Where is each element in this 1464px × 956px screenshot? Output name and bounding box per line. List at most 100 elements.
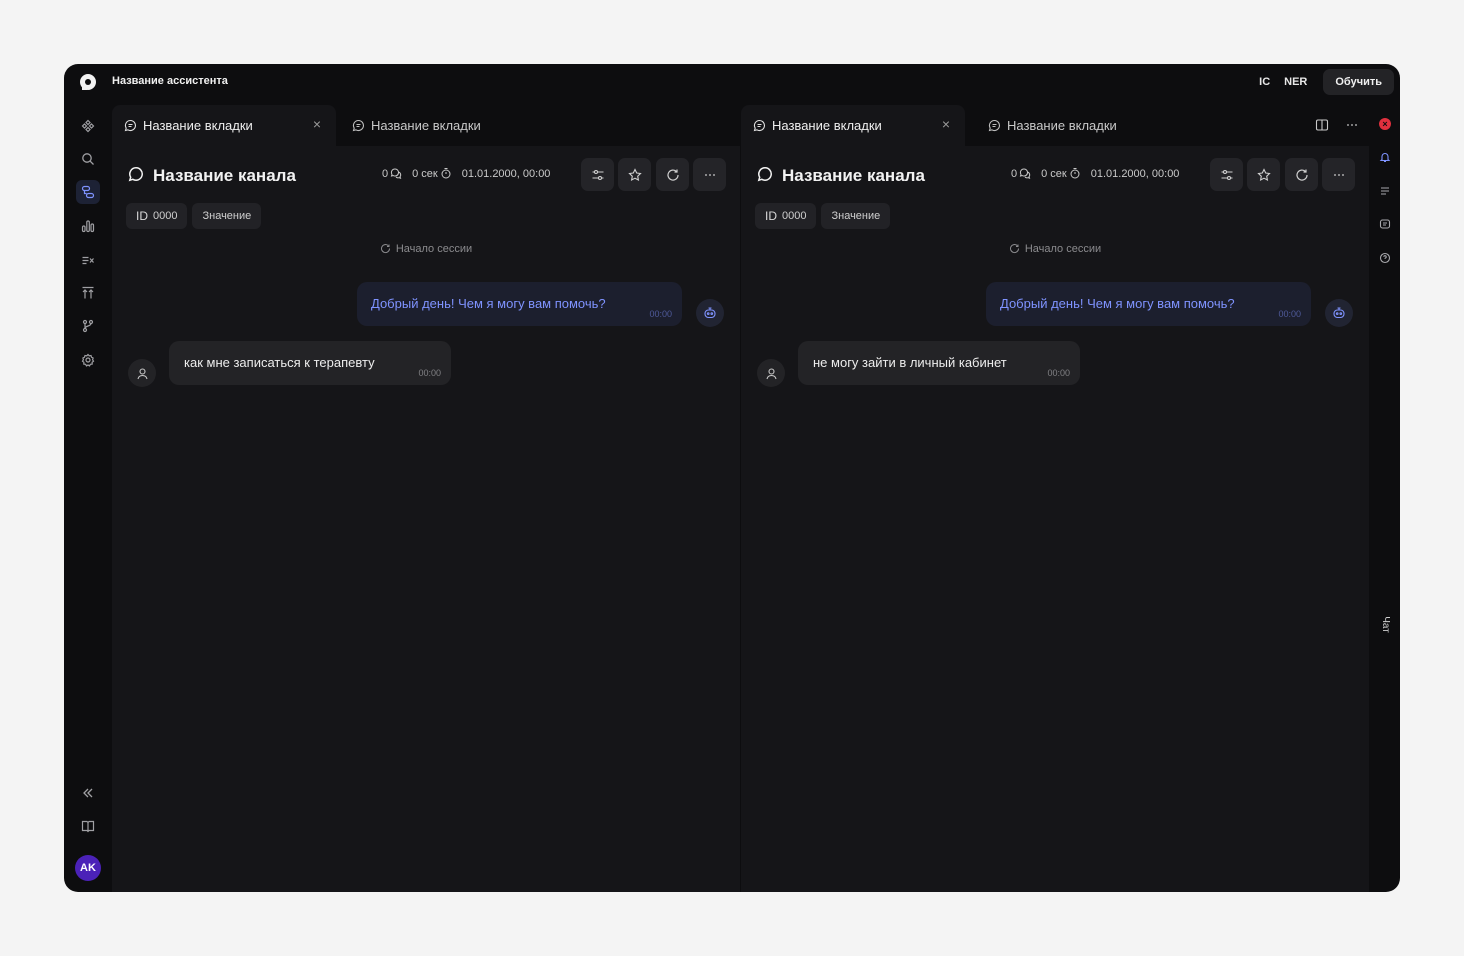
chat-panel-right: Название вкладки × Название вкладки Назв… — [741, 105, 1369, 892]
message-time: 00:00 — [1278, 309, 1301, 319]
duration: 0 сек — [412, 167, 452, 180]
train-button[interactable]: Обучить — [1323, 69, 1394, 95]
logo-icon[interactable] — [80, 74, 96, 90]
notification-icon[interactable] — [1378, 150, 1392, 164]
tab-label: Название вкладки — [143, 118, 253, 133]
chat-rail-label: Чат — [1379, 615, 1391, 633]
tab-chat-icon — [124, 119, 136, 132]
duration: 0 сек — [1041, 167, 1081, 180]
id-chip: ID 0000 — [126, 203, 188, 229]
settings-icon[interactable] — [76, 348, 100, 372]
bot-message-text: Добрый день! Чем я могу вам помочь? — [1000, 296, 1235, 311]
filter-icon — [1221, 169, 1232, 180]
tab-label: Название вкладки — [1007, 118, 1117, 133]
channel-header: Название канала 0 0 сек 01.01.2000, 00:0… — [112, 158, 740, 192]
bot-avatar — [696, 299, 724, 327]
book-icon[interactable] — [76, 814, 100, 838]
tab-tools — [1315, 118, 1359, 132]
message-time: 00:00 — [418, 368, 441, 378]
chat-content: Название канала 0 0 сек 01.01.2000, 00:0… — [112, 146, 740, 892]
tab-inactive[interactable]: Название вкладки — [340, 105, 540, 146]
history-icon — [380, 244, 390, 254]
tab-close-icon[interactable]: × — [939, 117, 953, 131]
tab-bar: Название вкладки × Название вкладки — [741, 105, 1369, 146]
channel-icon — [128, 167, 143, 182]
more-button[interactable] — [693, 158, 726, 191]
messages-icon — [390, 168, 402, 179]
user-message: не могу зайти в личный кабинет 00:00 — [798, 341, 1080, 385]
dialogs-icon[interactable] — [76, 180, 100, 204]
datetime: 01.01.2000, 00:00 — [1090, 167, 1180, 180]
app-window: Название ассистента IC NER Обучить AK На… — [64, 64, 1400, 892]
tab-active[interactable]: Название вкладки × — [112, 105, 336, 146]
robot-icon — [704, 307, 716, 319]
bot-message-text: Добрый день! Чем я могу вам помочь? — [371, 296, 606, 311]
top-bar: Название ассистента IC NER Обучить — [64, 64, 1400, 100]
split-view-icon[interactable] — [1315, 118, 1329, 132]
branch-icon[interactable] — [76, 314, 100, 338]
chat-panel-left: Название вкладки × Название вкладки Назв… — [112, 105, 740, 892]
tab-close-icon[interactable]: × — [310, 117, 324, 131]
analytics-icon[interactable] — [76, 214, 100, 238]
more-icon[interactable] — [1345, 118, 1359, 132]
bot-message: Добрый день! Чем я могу вам помочь? 00:0… — [986, 282, 1311, 326]
bot-avatar — [1325, 299, 1353, 327]
user-avatar-small — [128, 359, 156, 387]
message-time: 00:00 — [649, 309, 672, 319]
favorite-button[interactable] — [618, 158, 651, 191]
sort-icon[interactable] — [76, 248, 100, 272]
channel-title: Название канала — [782, 166, 925, 185]
user-avatar-small — [757, 359, 785, 387]
user-icon — [765, 367, 777, 379]
collapse-icon[interactable] — [76, 781, 100, 805]
tab-active[interactable]: Название вкладки × — [741, 105, 965, 146]
chat-icon[interactable] — [1378, 217, 1392, 231]
more-icon — [1333, 173, 1344, 176]
top-actions: IC NER Обучить — [1257, 69, 1394, 95]
user-avatar[interactable]: AK — [75, 855, 101, 881]
upload-icon[interactable] — [76, 281, 100, 305]
ic-link[interactable]: IC — [1257, 76, 1272, 88]
search-icon[interactable] — [76, 147, 100, 171]
right-rail: × Чат — [1370, 100, 1400, 892]
ner-link[interactable]: NER — [1282, 76, 1309, 88]
messages-icon — [1019, 168, 1031, 179]
timer-icon — [441, 168, 451, 179]
tab-chat-icon — [988, 119, 1000, 132]
value-chip: Значение — [821, 203, 891, 229]
message-count: 0 — [1011, 167, 1031, 180]
favorite-button[interactable] — [1247, 158, 1280, 191]
tab-inactive[interactable]: Название вкладки — [976, 105, 1176, 146]
filter-icon — [592, 169, 603, 180]
channel-icon — [757, 167, 772, 182]
filter-button[interactable] — [1210, 158, 1243, 191]
filter-button[interactable] — [581, 158, 614, 191]
robot-icon — [1333, 307, 1345, 319]
tab-bar: Название вкладки × Название вкладки — [112, 105, 740, 146]
user-message: как мне записаться к терапевту 00:00 — [169, 341, 451, 385]
left-sidebar: AK — [64, 100, 112, 892]
star-icon — [627, 167, 642, 181]
value-chip: Значение — [192, 203, 262, 229]
message-time: 00:00 — [1047, 368, 1070, 378]
refresh-icon — [1295, 168, 1308, 181]
components-icon[interactable] — [76, 114, 100, 138]
more-icon — [704, 173, 715, 176]
user-message-text: не могу зайти в личный кабинет — [813, 355, 1007, 370]
channel-chips: ID 0000 Значение — [126, 203, 262, 229]
help-icon[interactable] — [1378, 251, 1392, 265]
more-button[interactable] — [1322, 158, 1355, 191]
star-icon — [1256, 167, 1271, 181]
channel-stats: 0 0 сек 01.01.2000, 00:00 — [382, 167, 550, 181]
channel-chips: ID 0000 Значение — [755, 203, 891, 229]
refresh-button[interactable] — [656, 158, 689, 191]
list-icon[interactable] — [1378, 184, 1392, 198]
refresh-button[interactable] — [1285, 158, 1318, 191]
timer-icon — [1070, 168, 1080, 179]
tab-label: Название вкладки — [772, 118, 882, 133]
chat-rail-tab[interactable]: Чат — [1373, 612, 1397, 636]
chat-content: Название канала 0 0 сек 01.01.2000, 00:0… — [741, 146, 1369, 892]
channel-stats: 0 0 сек 01.01.2000, 00:00 — [1011, 167, 1180, 181]
session-start: Начало сессии — [112, 243, 740, 255]
close-icon[interactable]: × — [1378, 117, 1392, 131]
